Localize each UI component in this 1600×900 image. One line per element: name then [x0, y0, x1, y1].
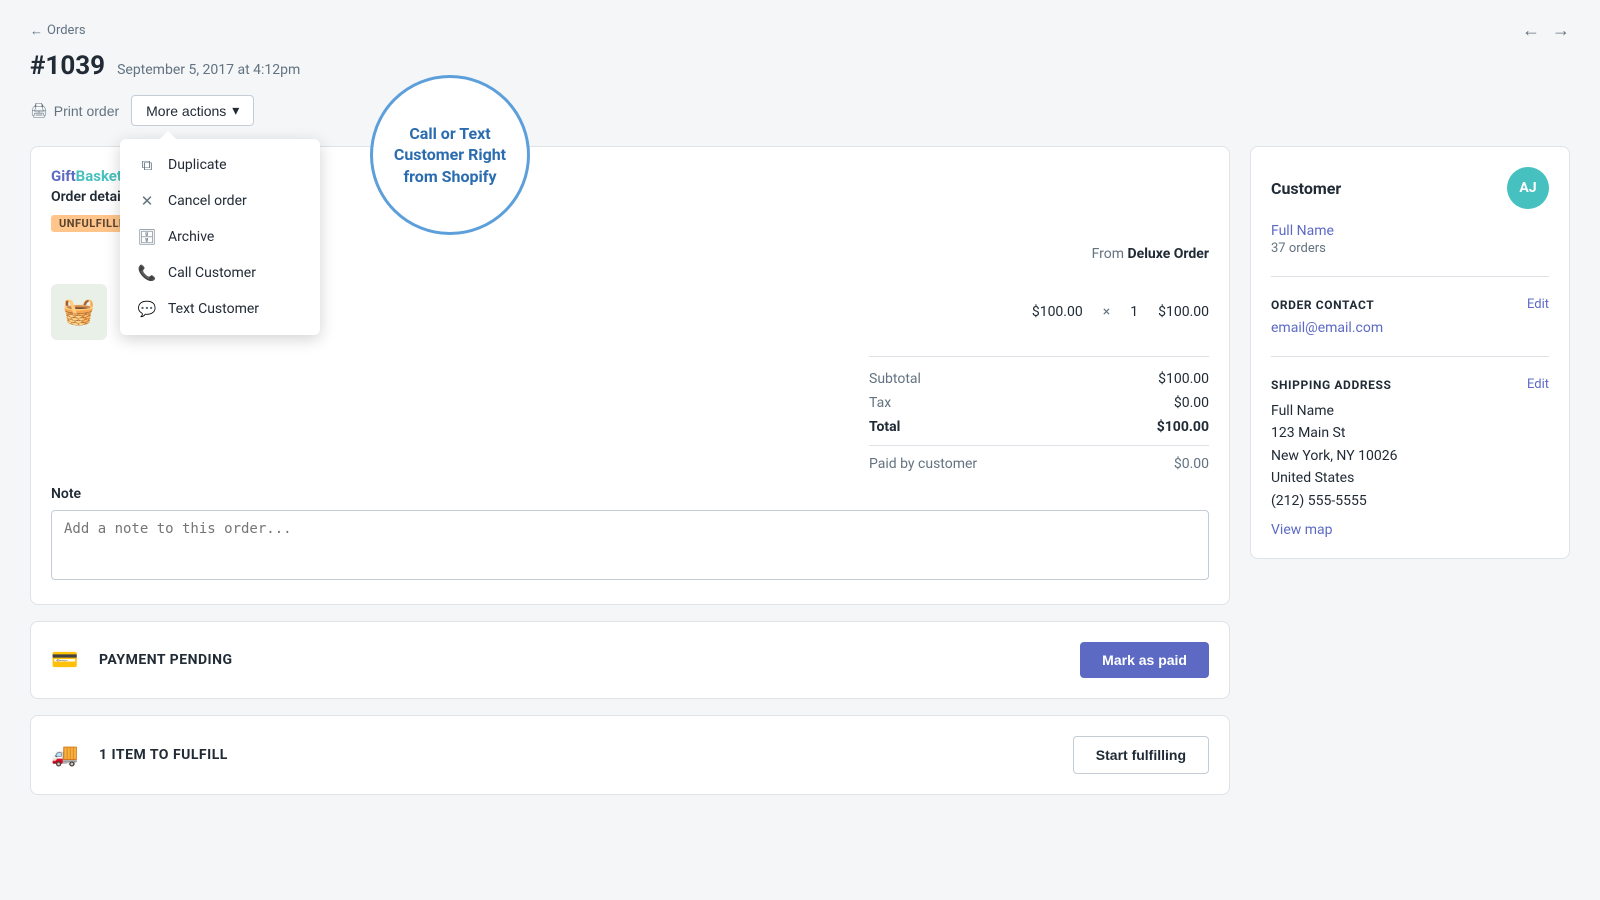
chevron-down-icon: ▾	[232, 102, 239, 119]
order-contact-label: ORDER CONTACT	[1271, 298, 1374, 312]
address-line-5: (212) 555-5555	[1271, 490, 1549, 512]
order-totals: Subtotal $100.00 Tax $0.00 Total $100.00…	[869, 356, 1209, 472]
contact-email[interactable]: email@email.com	[1271, 320, 1383, 336]
back-to-orders[interactable]: ← Orders	[30, 23, 86, 39]
duplicate-icon: ⧉	[138, 156, 156, 174]
more-actions-button[interactable]: More actions ▾	[131, 95, 254, 126]
item-total: $100.00	[1158, 304, 1209, 320]
subtotal-label: Subtotal	[869, 371, 921, 387]
mark-as-paid-button[interactable]: Mark as paid	[1080, 642, 1209, 678]
order-number: #1039	[30, 51, 105, 81]
payment-card: 💳 PAYMENT PENDING Mark as paid	[30, 621, 1230, 699]
view-map-link[interactable]: View map	[1271, 522, 1549, 538]
note-label: Note	[51, 486, 1209, 502]
back-arrow-icon: ←	[30, 23, 43, 39]
tax-label: Tax	[869, 395, 891, 411]
credit-card-icon: 💳	[51, 642, 87, 678]
payment-label: PAYMENT PENDING	[99, 652, 233, 668]
print-order-button[interactable]: 🖨 Print order	[30, 96, 119, 125]
item-qty: 1	[1130, 304, 1138, 320]
order-contact-edit-button[interactable]: Edit	[1527, 297, 1549, 312]
dropdown-item-duplicate[interactable]: ⧉ Duplicate	[120, 147, 320, 183]
callout-overlay: Call or Text Customer Right from Shopify	[370, 75, 530, 235]
paid-row: Paid by customer $0.00	[869, 456, 1209, 472]
total-label: Total	[869, 419, 900, 435]
from-label: From Deluxe Order	[1092, 246, 1209, 262]
printer-icon: 🖨	[30, 102, 48, 119]
address-line-1: Full Name	[1271, 400, 1549, 422]
shipping-address-edit-button[interactable]: Edit	[1527, 377, 1549, 392]
cancel-icon: ✕	[138, 192, 156, 210]
note-input[interactable]	[51, 510, 1209, 580]
item-image: 🧺	[51, 284, 107, 340]
fulfill-label: 1 ITEM TO FULFILL	[99, 747, 228, 763]
more-actions-dropdown: ⧉ Duplicate ✕ Cancel order 🗄 Archive 📞 C…	[120, 139, 320, 335]
paid-label: Paid by customer	[869, 456, 977, 472]
avatar: AJ	[1507, 167, 1549, 209]
customer-title: Customer	[1271, 179, 1341, 198]
truck-icon: 🚚	[51, 743, 87, 768]
call-icon: 📞	[138, 264, 156, 282]
text-icon: 💬	[138, 300, 156, 318]
address-line-4: United States	[1271, 467, 1549, 489]
archive-icon: 🗄	[138, 228, 156, 246]
customer-card: Customer AJ Full Name 37 orders ORDER CO…	[1250, 146, 1570, 559]
start-fulfilling-button[interactable]: Start fulfilling	[1073, 736, 1209, 774]
next-order-button[interactable]: →	[1552, 20, 1570, 41]
customer-name-link[interactable]: Full Name	[1271, 223, 1549, 239]
dropdown-item-text[interactable]: 💬 Text Customer	[120, 291, 320, 327]
shipping-address-label: SHIPPING ADDRESS	[1271, 378, 1391, 392]
dropdown-item-call[interactable]: 📞 Call Customer	[120, 255, 320, 291]
prev-order-button[interactable]: ←	[1522, 20, 1540, 41]
item-price-col: $100.00 × 1 $100.00	[1032, 304, 1209, 320]
address-line-2: 123 Main St	[1271, 422, 1549, 444]
shipping-address: Full Name 123 Main St New York, NY 10026…	[1271, 400, 1549, 512]
subtotal-value: $100.00	[1158, 371, 1209, 387]
total-value: $100.00	[1157, 419, 1209, 435]
dropdown-item-archive[interactable]: 🗄 Archive	[120, 219, 320, 255]
item-price: $100.00	[1032, 304, 1083, 320]
customer-orders: 37 orders	[1271, 241, 1549, 256]
multiplier: ×	[1103, 304, 1110, 320]
tax-value: $0.00	[1174, 395, 1209, 411]
fulfill-card: 🚚 1 ITEM TO FULFILL Start fulfilling	[30, 715, 1230, 795]
order-date: September 5, 2017 at 4:12pm	[117, 62, 300, 78]
store-logo: GiftBaskets	[51, 167, 130, 185]
address-line-3: New York, NY 10026	[1271, 445, 1549, 467]
paid-value: $0.00	[1174, 456, 1209, 472]
note-section: Note	[51, 486, 1209, 584]
dropdown-item-cancel[interactable]: ✕ Cancel order	[120, 183, 320, 219]
